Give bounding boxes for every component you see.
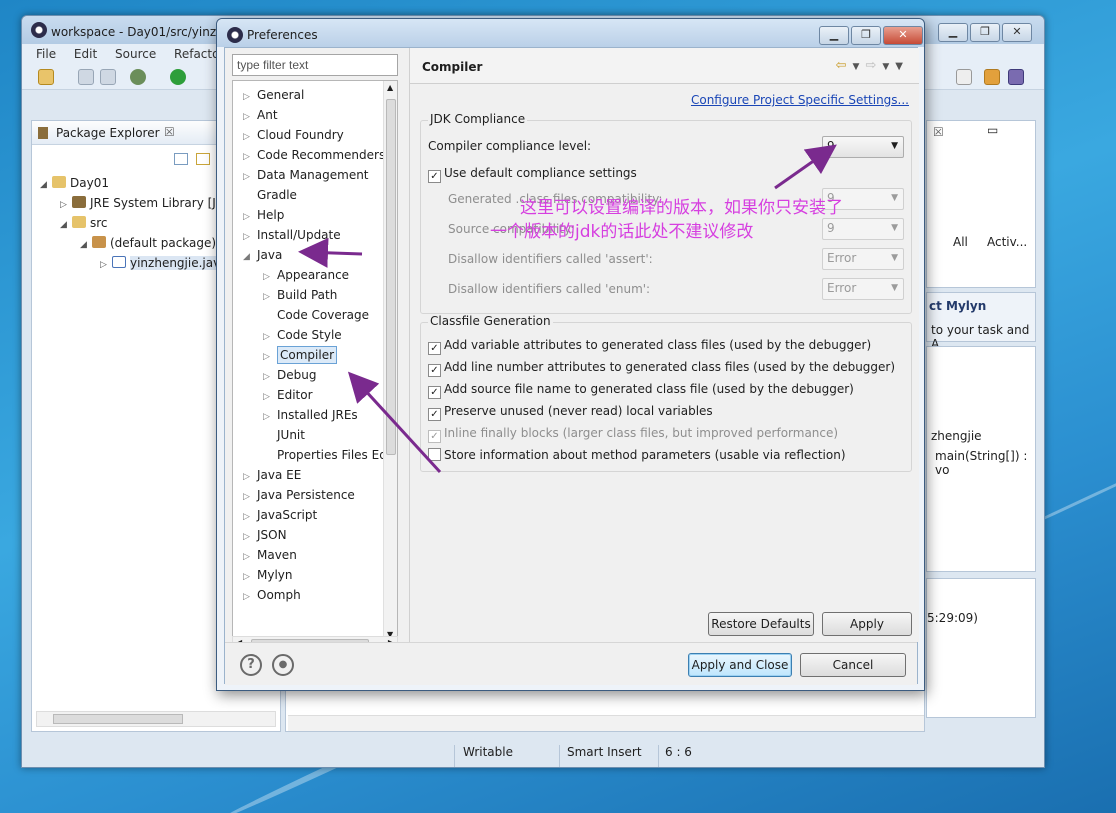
annotation-arrows xyxy=(298,144,837,474)
arrow-to-compliance-level xyxy=(774,144,837,190)
arrow-to-java-node xyxy=(298,237,363,268)
arrow-to-compiler-node xyxy=(347,371,442,474)
